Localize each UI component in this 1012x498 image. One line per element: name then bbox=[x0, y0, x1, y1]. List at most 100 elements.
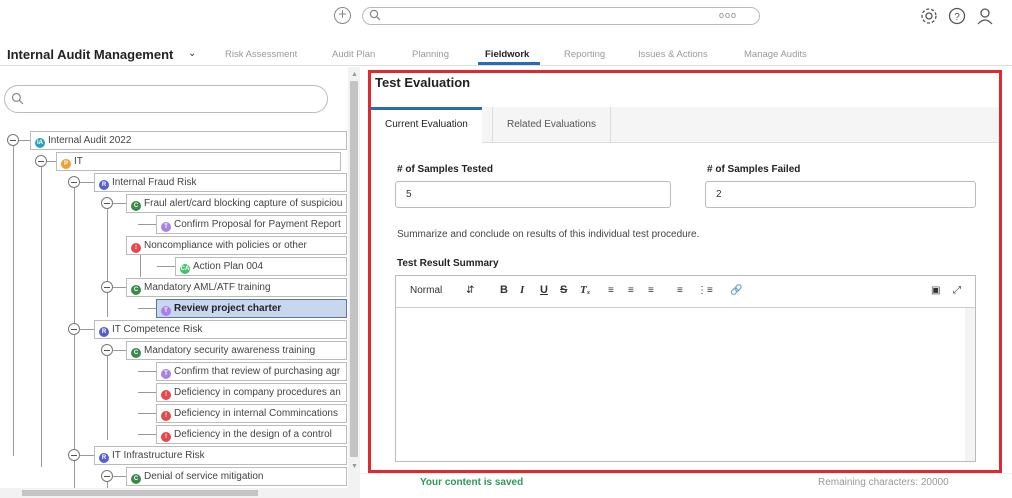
underline-icon[interactable]: U bbox=[540, 284, 548, 296]
tab-risk-assessment[interactable]: Risk Assessment bbox=[225, 49, 297, 60]
tree-panel: IA Internal Audit 2022 P IT R Internal Fraud … bbox=[0, 67, 360, 498]
tree-node-label: Review project charter bbox=[174, 303, 282, 314]
chevron-down-icon[interactable]: ⌄ bbox=[188, 48, 196, 59]
tree-node[interactable]: IA Internal Audit 2022 bbox=[30, 131, 347, 150]
tree-node-label: Mandatory AML/ATF training bbox=[144, 282, 271, 293]
global-search-input[interactable]: ooo bbox=[362, 7, 760, 25]
node-type-badge-icon: T bbox=[161, 369, 171, 379]
tree-node-label: Internal Fraud Risk bbox=[112, 177, 197, 188]
node-type-badge-icon: C bbox=[131, 474, 141, 484]
tree-node-label: Noncompliance with policies or other bbox=[144, 240, 307, 251]
collapse-toggle-icon[interactable] bbox=[7, 134, 19, 146]
tree-node[interactable]: R IT Infrastructure Risk bbox=[94, 446, 347, 465]
collapse-toggle-icon[interactable] bbox=[101, 344, 113, 356]
tree-vertical-scrollbar[interactable]: ▲ ▼ bbox=[348, 67, 360, 498]
tree-connector-line bbox=[74, 188, 75, 328]
tree-node[interactable]: R Internal Fraud Risk bbox=[94, 173, 347, 192]
tree-node[interactable]: CA Action Plan 004 bbox=[175, 257, 347, 276]
strikethrough-icon[interactable]: S bbox=[560, 284, 567, 296]
collapse-toggle-icon[interactable] bbox=[68, 176, 80, 188]
bold-icon[interactable]: B bbox=[500, 284, 508, 296]
collapse-toggle-icon[interactable] bbox=[101, 470, 113, 482]
tree-node[interactable]: ! Deficiency in internal Commincations bbox=[156, 404, 347, 423]
expand-icon[interactable]: ⤢ bbox=[953, 285, 961, 296]
plus-circle-icon[interactable]: + bbox=[334, 7, 351, 24]
align-left-icon[interactable]: ≡ bbox=[608, 285, 614, 296]
tree-node[interactable]: C Mandatory AML/ATF training bbox=[126, 278, 347, 297]
tree-connector-line bbox=[113, 476, 126, 477]
samples-failed-input[interactable]: 2 bbox=[705, 181, 976, 208]
tab-manage-audits[interactable]: Manage Audits bbox=[744, 49, 807, 60]
collapse-toggle-icon[interactable] bbox=[68, 323, 80, 335]
tab-planning[interactable]: Planning bbox=[412, 49, 449, 60]
tree-node[interactable]: T Confirm that review of purchasing agr bbox=[156, 362, 347, 381]
samples-tested-label: # of Samples Tested bbox=[397, 164, 493, 175]
tree-node[interactable]: R IT Competence Risk bbox=[94, 320, 347, 339]
active-tab-indicator bbox=[478, 62, 540, 65]
tree-node[interactable]: ! Noncompliance with policies or other bbox=[126, 236, 347, 255]
tree-node[interactable]: C Fraul alert/card blocking capture of su… bbox=[126, 194, 347, 213]
scroll-up-icon[interactable]: ▲ bbox=[351, 71, 358, 78]
scrollbar-thumb[interactable] bbox=[22, 490, 258, 496]
tree-node-label: Deficiency in company procedures an bbox=[174, 387, 341, 398]
numbered-list-icon[interactable]: ⋮≡ bbox=[697, 285, 713, 296]
app-navigation: Internal Audit Management ⌄ Risk Assessm… bbox=[0, 42, 1012, 66]
italic-icon[interactable]: I bbox=[520, 284, 524, 296]
instructions-text: Summarize and conclude on results of thi… bbox=[397, 229, 700, 240]
tree-horizontal-scrollbar[interactable] bbox=[0, 488, 348, 498]
collapse-toggle-icon[interactable] bbox=[68, 449, 80, 461]
tree-node[interactable]: ! Deficiency in company procedures an bbox=[156, 383, 347, 402]
collapse-toggle-icon[interactable] bbox=[101, 197, 113, 209]
tree-node[interactable]: P IT bbox=[56, 152, 341, 171]
tree-connector-line bbox=[74, 335, 75, 465]
tree-node[interactable]: T Review project charter bbox=[156, 299, 347, 318]
align-right-icon[interactable]: ≡ bbox=[648, 285, 654, 296]
node-type-badge-icon: P bbox=[61, 159, 71, 169]
question-icon[interactable]: ? bbox=[947, 6, 967, 26]
tab-current-evaluation[interactable]: Current Evaluation bbox=[371, 107, 482, 143]
tree-node-label: Deficiency in the design of a control bbox=[174, 429, 332, 440]
tree-connector-line bbox=[113, 203, 126, 204]
tree-connector-line bbox=[41, 167, 42, 467]
scrollbar-thumb[interactable] bbox=[350, 81, 358, 457]
collapse-toggle-icon[interactable] bbox=[101, 281, 113, 293]
node-type-badge-icon: R bbox=[99, 327, 109, 337]
align-center-icon[interactable]: ≡ bbox=[628, 285, 634, 296]
tree-node[interactable]: C Denial of service mitigation bbox=[126, 467, 347, 486]
samples-tested-input[interactable]: 5 bbox=[395, 181, 671, 208]
tab-fieldwork[interactable]: Fieldwork bbox=[485, 49, 529, 60]
tree-node-label: Fraul alert/card blocking capture of sus… bbox=[144, 198, 343, 209]
evaluation-tabs: Current Evaluation Related Evaluations bbox=[371, 107, 999, 143]
gear-icon[interactable] bbox=[919, 6, 939, 26]
format-select[interactable]: Normal bbox=[410, 285, 442, 296]
tree-node[interactable]: ! Deficiency in the design of a control bbox=[156, 425, 347, 444]
tree-node-label: Deficiency in internal Commincations bbox=[174, 408, 338, 419]
clear-format-icon[interactable]: Tₓ bbox=[580, 284, 590, 296]
scroll-down-icon[interactable]: ▼ bbox=[351, 463, 358, 470]
tab-audit-plan[interactable]: Audit Plan bbox=[332, 49, 375, 60]
tab-issues-actions[interactable]: Issues & Actions bbox=[638, 49, 708, 60]
tab-related-evaluations[interactable]: Related Evaluations bbox=[492, 107, 611, 143]
collapse-toggle-icon[interactable] bbox=[35, 155, 47, 167]
node-type-badge-icon: CA bbox=[180, 264, 190, 274]
tree-node-label: Confirm that review of purchasing agr bbox=[174, 366, 341, 377]
tree-node-label: Denial of service mitigation bbox=[144, 471, 264, 482]
search-icon bbox=[369, 9, 381, 21]
editor-scrollbar[interactable] bbox=[965, 308, 975, 461]
bullet-list-icon[interactable]: ≡ bbox=[677, 285, 683, 296]
ellipsis-icon[interactable]: ooo bbox=[719, 10, 737, 20]
tree-node-label: IT Infrastructure Risk bbox=[112, 450, 205, 461]
chevron-updown-icon[interactable]: ⇵ bbox=[466, 285, 474, 296]
tree-search-input[interactable] bbox=[4, 85, 328, 113]
search-icon bbox=[11, 92, 24, 105]
tree-node[interactable]: C Mandatory security awareness training bbox=[126, 341, 347, 360]
link-icon[interactable]: 🔗 bbox=[730, 285, 742, 296]
tree-connector-line bbox=[107, 293, 108, 317]
tree-node[interactable]: T Confirm Proposal for Payment Report bbox=[156, 215, 347, 234]
user-icon[interactable] bbox=[975, 6, 995, 26]
node-type-badge-icon: ! bbox=[131, 243, 141, 253]
save-icon[interactable]: ▣ bbox=[931, 285, 940, 296]
tab-reporting[interactable]: Reporting bbox=[564, 49, 605, 60]
svg-text:?: ? bbox=[954, 12, 960, 23]
app-name[interactable]: Internal Audit Management bbox=[7, 47, 173, 62]
